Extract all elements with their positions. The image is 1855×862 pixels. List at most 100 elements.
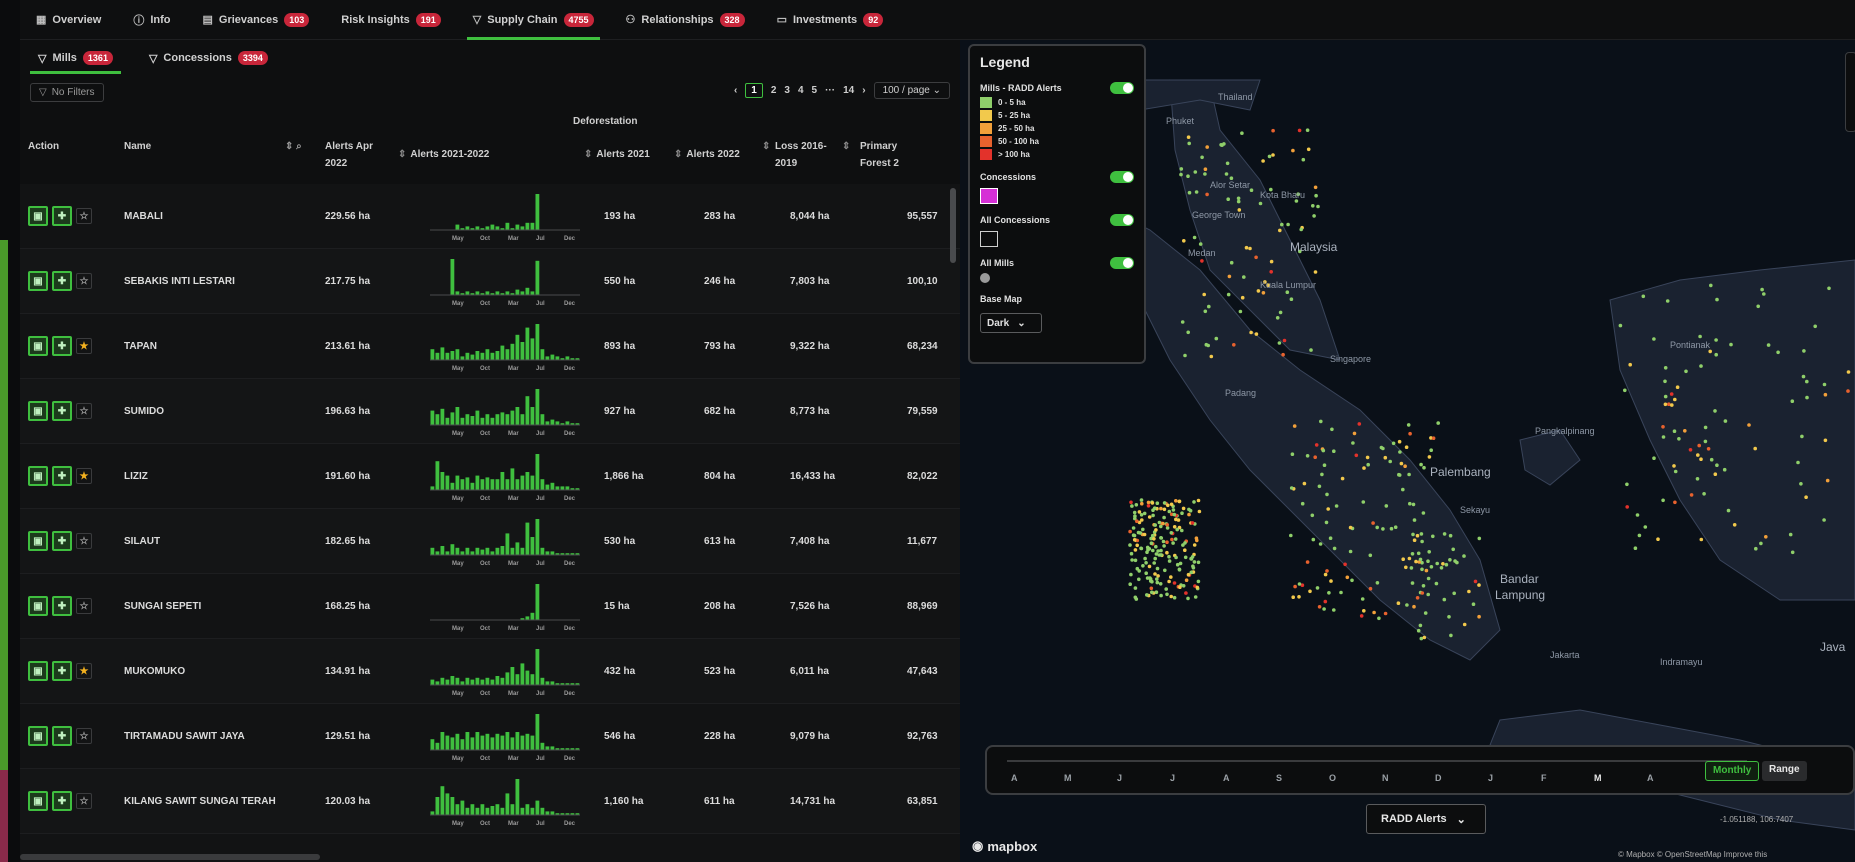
sort-search-icon[interactable]: ⇕ ⌕ (285, 138, 302, 155)
mill-dot[interactable] (1236, 196, 1241, 201)
mill-dot[interactable] (1684, 369, 1688, 374)
mill-dot[interactable] (1330, 427, 1334, 432)
mill-dot[interactable] (1155, 501, 1160, 506)
mill-dot[interactable] (1822, 382, 1827, 387)
mill-dot[interactable] (1322, 607, 1326, 611)
mill-dot[interactable] (1665, 299, 1670, 303)
next-page-icon[interactable]: › (862, 85, 865, 96)
mill-dot[interactable] (1159, 536, 1163, 540)
row-name[interactable]: KILANG SAWIT SUNGAI TERAH (124, 769, 276, 833)
mill-dot[interactable] (1462, 554, 1466, 558)
mill-dot[interactable] (1129, 551, 1134, 556)
mill-dot[interactable] (1401, 487, 1405, 492)
add-button[interactable]: ✚ (52, 596, 72, 616)
mill-dot[interactable] (1383, 611, 1388, 616)
mill-dot[interactable] (1656, 537, 1660, 541)
mill-dot[interactable] (1145, 593, 1149, 597)
mill-dot[interactable] (1412, 518, 1417, 522)
mill-dot[interactable] (1641, 294, 1646, 299)
mill-dot[interactable] (1389, 526, 1394, 531)
mill-dot[interactable] (1282, 338, 1287, 343)
mill-dot[interactable] (1139, 546, 1143, 551)
view-button[interactable]: ▣ (28, 401, 48, 421)
mill-dot[interactable] (1306, 147, 1311, 152)
mill-dot[interactable] (1172, 525, 1177, 529)
mill-dot[interactable] (1415, 596, 1420, 600)
mill-dot[interactable] (1161, 539, 1166, 544)
mill-dot[interactable] (1412, 538, 1417, 542)
page-14[interactable]: 14 (843, 85, 854, 96)
mill-dot[interactable] (1618, 323, 1623, 328)
mill-dot[interactable] (1240, 295, 1245, 300)
mill-dot[interactable] (1133, 558, 1138, 563)
mill-dot[interactable] (1183, 555, 1188, 560)
mill-dot[interactable] (1186, 174, 1190, 178)
mill-dot[interactable] (1225, 161, 1230, 166)
mill-dot[interactable] (1196, 498, 1201, 503)
mill-dot[interactable] (1204, 342, 1209, 347)
mill-dot[interactable] (1753, 446, 1757, 451)
view-button[interactable]: ▣ (28, 206, 48, 226)
mill-dot[interactable] (1189, 570, 1193, 575)
mill-dot[interactable] (1323, 572, 1328, 577)
mill-dot[interactable] (1397, 439, 1402, 444)
mill-dot[interactable] (1269, 270, 1273, 274)
mill-dot[interactable] (1180, 511, 1184, 515)
mill-dot[interactable] (1154, 544, 1158, 549)
tab-relationships[interactable]: ⚇ Relationships 328 (610, 0, 761, 40)
mill-dot[interactable] (1805, 379, 1809, 384)
view-button[interactable]: ▣ (28, 466, 48, 486)
page-4[interactable]: 4 (798, 85, 804, 96)
mill-dot[interactable] (1297, 128, 1302, 133)
map-zoom-controls[interactable] (1845, 52, 1855, 132)
mill-dot[interactable] (1151, 548, 1155, 553)
mill-dot[interactable] (1179, 172, 1183, 177)
mill-dot[interactable] (1202, 292, 1206, 297)
mill-dot[interactable] (1249, 330, 1253, 335)
mill-dot[interactable] (1403, 464, 1407, 469)
mill-dot[interactable] (1169, 594, 1173, 599)
star-icon[interactable]: ☆ (76, 533, 92, 549)
mill-dot[interactable] (1790, 550, 1795, 555)
mill-dot[interactable] (1152, 561, 1156, 565)
page-1[interactable]: 1 (745, 83, 763, 98)
mill-dot[interactable] (1689, 493, 1694, 497)
mill-dot[interactable] (1150, 590, 1154, 595)
mill-dot[interactable] (1135, 519, 1139, 523)
mill-dot[interactable] (1663, 379, 1667, 384)
mill-dot[interactable] (1205, 145, 1209, 149)
mill-dot[interactable] (1713, 472, 1718, 477)
mill-dot[interactable] (1192, 543, 1197, 547)
mill-dot[interactable] (1418, 623, 1423, 628)
mill-dot[interactable] (1151, 508, 1155, 512)
timeline-month[interactable]: O (1329, 773, 1336, 783)
mill-dot[interactable] (1267, 154, 1272, 159)
mill-dot[interactable] (1408, 431, 1412, 436)
mill-dot[interactable] (1343, 562, 1347, 567)
view-button[interactable]: ▣ (28, 531, 48, 551)
mill-dot[interactable] (1404, 565, 1408, 570)
mill-dot[interactable] (1726, 508, 1731, 513)
mill-dot[interactable] (1652, 456, 1656, 461)
mill-dot[interactable] (1164, 587, 1168, 591)
mill-dot[interactable] (1226, 197, 1230, 201)
mill-dot[interactable] (1715, 297, 1719, 302)
mill-dot[interactable] (1708, 349, 1712, 354)
mill-dot[interactable] (1477, 583, 1481, 587)
table-row[interactable]: ▣ ✚ ☆ MABALI 229.56 ha May Oct Mar Jul Dec 193 ha 2… (20, 184, 960, 249)
mill-dot[interactable] (1192, 560, 1197, 564)
mill-dot[interactable] (1670, 403, 1674, 407)
mill-dot[interactable] (1799, 482, 1803, 486)
mill-dot[interactable] (1203, 172, 1207, 176)
mill-dot[interactable] (1144, 571, 1148, 575)
mill-dot[interactable] (1162, 507, 1167, 512)
mill-dot[interactable] (1813, 324, 1817, 329)
mill-dot[interactable] (1315, 586, 1320, 590)
mill-dot[interactable] (1166, 503, 1170, 508)
mill-dot[interactable] (1162, 544, 1166, 548)
mill-dot[interactable] (1661, 498, 1665, 503)
mill-dot[interactable] (1153, 556, 1157, 561)
mill-dot[interactable] (1410, 581, 1415, 585)
mill-dot[interactable] (1397, 472, 1401, 477)
mill-dot[interactable] (1169, 575, 1173, 579)
